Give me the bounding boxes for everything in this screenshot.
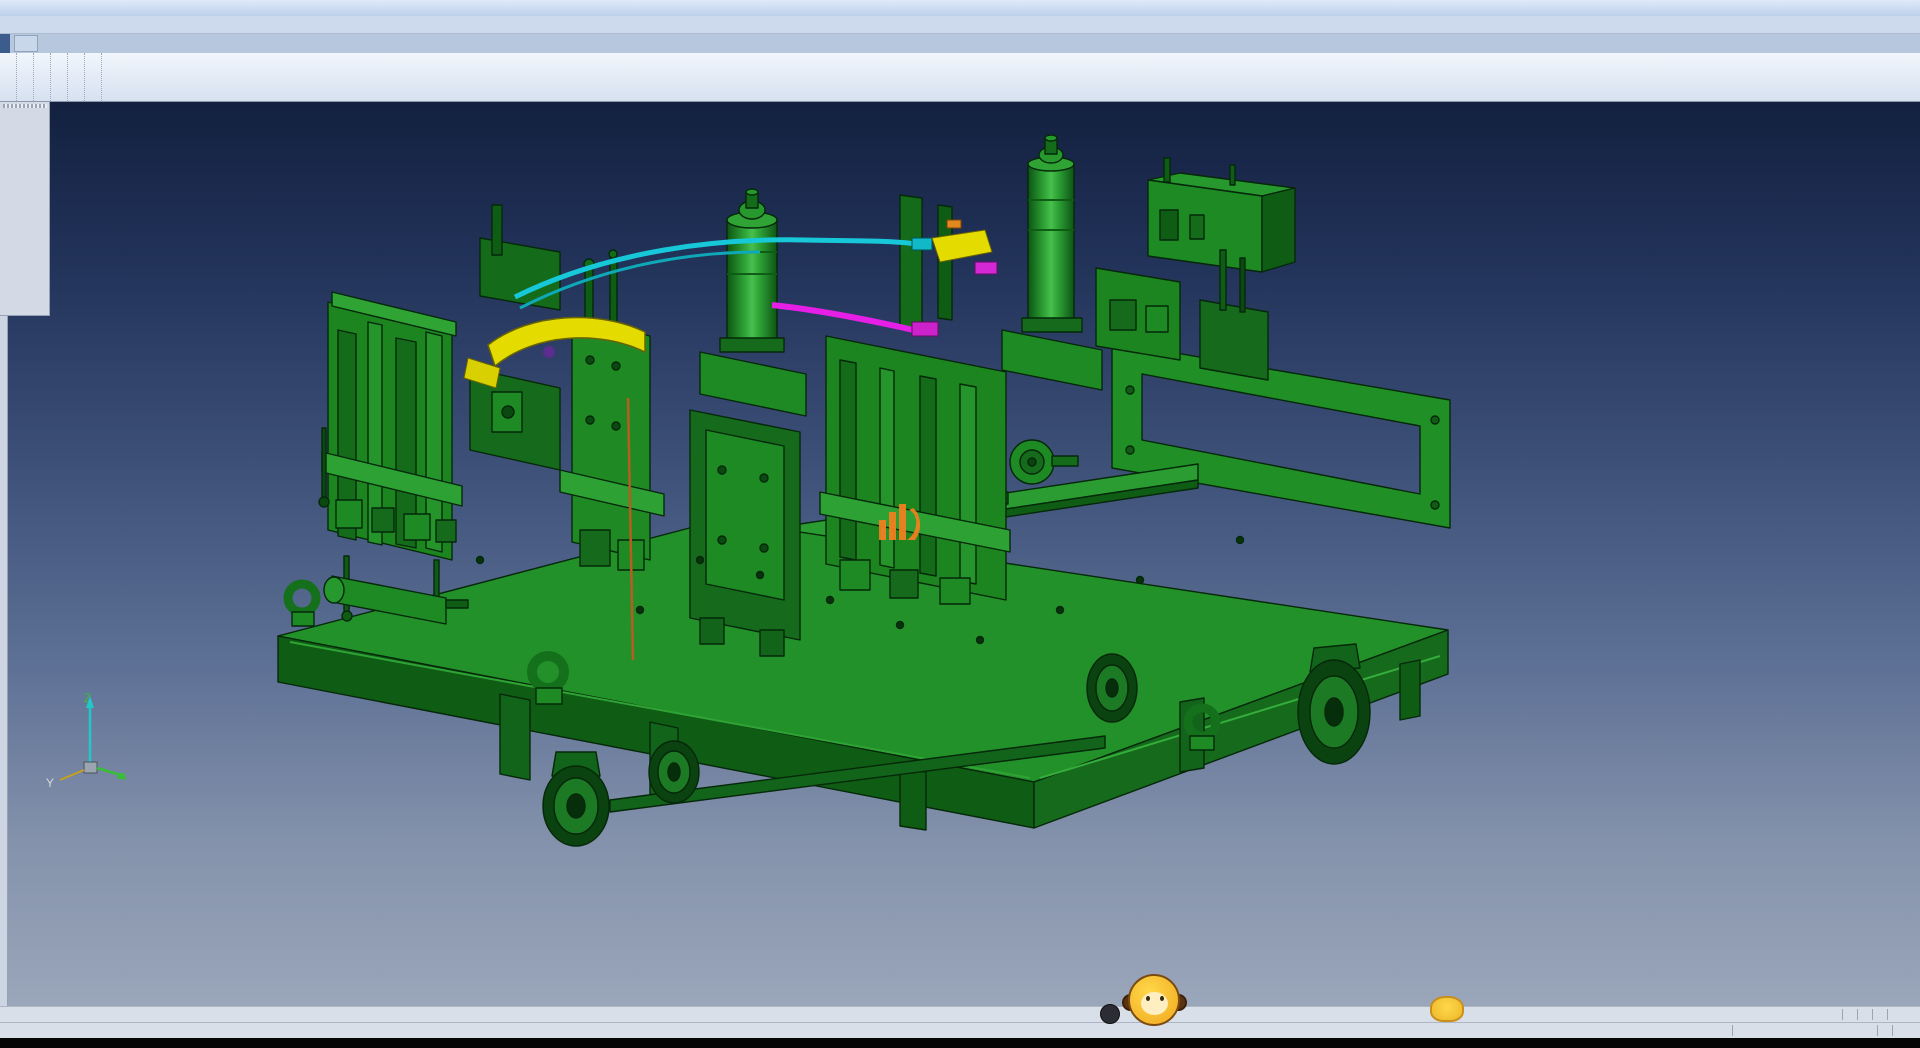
ribbon-group-system [85,53,102,101]
ribbon-tab-bar [0,34,1920,53]
mascot-eye [1146,996,1150,1001]
separator [1877,1025,1878,1036]
separator [1872,1009,1873,1020]
mascot-face [1141,992,1168,1015]
status-bar-coords [0,1022,1920,1038]
search-magnifier-icon[interactable] [1817,1008,1834,1022]
viewport-3d[interactable]: Z Y [0,102,1920,1006]
window-edge-strip [0,316,8,1006]
status-bar-view [0,1006,1920,1022]
tab-corner-block [0,34,10,53]
ribbon-group-graphics [17,53,34,101]
ribbon-group-workplane [68,53,85,101]
separator [1857,1009,1858,1020]
model-3d[interactable] [0,102,1920,1006]
title-bar [0,0,1920,16]
watermark [877,502,931,544]
ribbon-toolbar [0,53,1920,102]
mascot [1096,966,1256,1046]
axis-indicator: Z Y [44,690,134,790]
mascot-paw [1430,996,1464,1022]
separator [1842,1009,1843,1020]
separator [1887,1009,1888,1020]
mascot-badge [1100,1004,1120,1024]
world-globe-icon[interactable] [1896,1008,1913,1022]
taskbar [0,1038,1920,1048]
ribbon-group-attributes-filters [0,53,17,101]
separator [1732,1025,1733,1036]
menu-bar [0,16,1920,34]
toolbar-drag-handle[interactable] [3,104,47,108]
mascot-eye [1160,996,1164,1001]
left-toolbar [0,102,50,316]
tab-dropdown-button[interactable] [14,35,38,52]
axis-y-label: Y [46,776,54,790]
watermark-logo-icon [877,502,923,544]
ribbon-group-view [51,53,68,101]
separator [1892,1025,1893,1036]
visi-application-window: Z Y [0,0,1920,1048]
ribbon-group-image-advanced [34,53,51,101]
